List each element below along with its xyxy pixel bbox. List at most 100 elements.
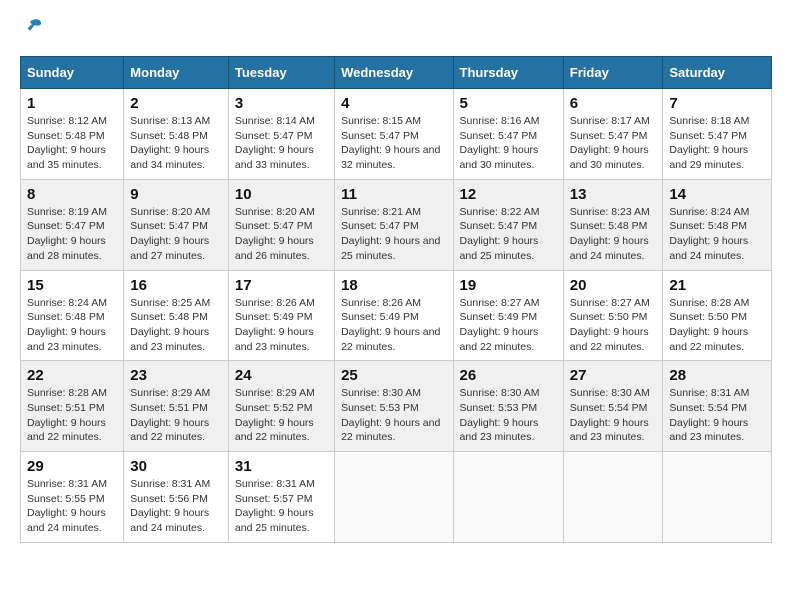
calendar-cell: 21 Sunrise: 8:28 AM Sunset: 5:50 PM Dayli…: [663, 270, 772, 361]
calendar-cell: 25 Sunrise: 8:30 AM Sunset: 5:53 PM Dayli…: [335, 361, 453, 452]
day-info: Sunrise: 8:12 AM Sunset: 5:48 PM Dayligh…: [27, 114, 117, 173]
calendar-cell: 16 Sunrise: 8:25 AM Sunset: 5:48 PM Dayli…: [124, 270, 229, 361]
day-info: Sunrise: 8:19 AM Sunset: 5:47 PM Dayligh…: [27, 205, 117, 264]
day-info: Sunrise: 8:15 AM Sunset: 5:47 PM Dayligh…: [341, 114, 446, 173]
day-info: Sunrise: 8:31 AM Sunset: 5:56 PM Dayligh…: [130, 477, 222, 536]
day-info: Sunrise: 8:31 AM Sunset: 5:57 PM Dayligh…: [235, 477, 328, 536]
day-info: Sunrise: 8:29 AM Sunset: 5:52 PM Dayligh…: [235, 386, 328, 445]
day-info: Sunrise: 8:26 AM Sunset: 5:49 PM Dayligh…: [235, 296, 328, 355]
day-info: Sunrise: 8:26 AM Sunset: 5:49 PM Dayligh…: [341, 296, 446, 355]
day-number: 27: [570, 367, 657, 384]
column-header-thursday: Thursday: [453, 57, 563, 89]
day-info: Sunrise: 8:16 AM Sunset: 5:47 PM Dayligh…: [460, 114, 557, 173]
calendar-cell: 28 Sunrise: 8:31 AM Sunset: 5:54 PM Dayli…: [663, 361, 772, 452]
day-info: Sunrise: 8:24 AM Sunset: 5:48 PM Dayligh…: [27, 296, 117, 355]
calendar-cell: 19Sunrise: 8:27 AM Sunset: 5:49 PM Dayli…: [453, 270, 563, 361]
day-number: 23: [130, 367, 222, 384]
day-number: 13: [570, 186, 657, 203]
calendar-cell: 31 Sunrise: 8:31 AM Sunset: 5:57 PM Dayli…: [228, 452, 334, 543]
day-number: 9: [130, 186, 222, 203]
day-number: 5: [460, 95, 557, 112]
calendar-cell: 20 Sunrise: 8:27 AM Sunset: 5:50 PM Dayli…: [563, 270, 663, 361]
week-row: 1 Sunrise: 8:12 AM Sunset: 5:48 PM Daylig…: [21, 89, 772, 180]
calendar-cell: 7 Sunrise: 8:18 AM Sunset: 5:47 PM Daylig…: [663, 89, 772, 180]
day-number: 24: [235, 367, 328, 384]
day-number: 21: [669, 277, 765, 294]
day-info: Sunrise: 8:20 AM Sunset: 5:47 PM Dayligh…: [235, 205, 328, 264]
logo: [20, 20, 44, 38]
day-number: 8: [27, 186, 117, 203]
calendar-cell: [453, 452, 563, 543]
column-header-sunday: Sunday: [21, 57, 124, 89]
column-header-tuesday: Tuesday: [228, 57, 334, 89]
day-info: Sunrise: 8:21 AM Sunset: 5:47 PM Dayligh…: [341, 205, 446, 264]
day-number: 12: [460, 186, 557, 203]
day-number: 25: [341, 367, 446, 384]
day-number: 17: [235, 277, 328, 294]
calendar-cell: [563, 452, 663, 543]
day-info: Sunrise: 8:14 AM Sunset: 5:47 PM Dayligh…: [235, 114, 328, 173]
day-number: 11: [341, 186, 446, 203]
day-info: Sunrise: 8:31 AM Sunset: 5:55 PM Dayligh…: [27, 477, 117, 536]
calendar-table: SundayMondayTuesdayWednesdayThursdayFrid…: [20, 56, 772, 543]
logo-bird-icon: [22, 16, 44, 38]
day-info: Sunrise: 8:20 AM Sunset: 5:47 PM Dayligh…: [130, 205, 222, 264]
day-info: Sunrise: 8:30 AM Sunset: 5:54 PM Dayligh…: [570, 386, 657, 445]
day-number: 18: [341, 277, 446, 294]
calendar-cell: 22Sunrise: 8:28 AM Sunset: 5:51 PM Dayli…: [21, 361, 124, 452]
calendar-cell: 30 Sunrise: 8:31 AM Sunset: 5:56 PM Dayli…: [124, 452, 229, 543]
day-info: Sunrise: 8:18 AM Sunset: 5:47 PM Dayligh…: [669, 114, 765, 173]
day-info: Sunrise: 8:30 AM Sunset: 5:53 PM Dayligh…: [460, 386, 557, 445]
day-info: Sunrise: 8:22 AM Sunset: 5:47 PM Dayligh…: [460, 205, 557, 264]
day-number: 28: [669, 367, 765, 384]
day-info: Sunrise: 8:28 AM Sunset: 5:50 PM Dayligh…: [669, 296, 765, 355]
calendar-cell: 9 Sunrise: 8:20 AM Sunset: 5:47 PM Daylig…: [124, 179, 229, 270]
page-header: [20, 20, 772, 48]
day-number: 10: [235, 186, 328, 203]
day-number: 16: [130, 277, 222, 294]
calendar-cell: 6 Sunrise: 8:17 AM Sunset: 5:47 PM Daylig…: [563, 89, 663, 180]
day-number: 15: [27, 277, 117, 294]
column-header-wednesday: Wednesday: [335, 57, 453, 89]
day-info: Sunrise: 8:29 AM Sunset: 5:51 PM Dayligh…: [130, 386, 222, 445]
day-info: Sunrise: 8:31 AM Sunset: 5:54 PM Dayligh…: [669, 386, 765, 445]
day-number: 14: [669, 186, 765, 203]
day-info: Sunrise: 8:17 AM Sunset: 5:47 PM Dayligh…: [570, 114, 657, 173]
calendar-cell: 26 Sunrise: 8:30 AM Sunset: 5:53 PM Dayli…: [453, 361, 563, 452]
day-number: 7: [669, 95, 765, 112]
calendar-cell: 13 Sunrise: 8:23 AM Sunset: 5:48 PM Dayli…: [563, 179, 663, 270]
calendar-cell: 4 Sunrise: 8:15 AM Sunset: 5:47 PM Daylig…: [335, 89, 453, 180]
calendar-cell: 1 Sunrise: 8:12 AM Sunset: 5:48 PM Daylig…: [21, 89, 124, 180]
calendar-cell: 8 Sunrise: 8:19 AM Sunset: 5:47 PM Daylig…: [21, 179, 124, 270]
calendar-cell: 5 Sunrise: 8:16 AM Sunset: 5:47 PM Daylig…: [453, 89, 563, 180]
day-info: Sunrise: 8:27 AM Sunset: 5:50 PM Dayligh…: [570, 296, 657, 355]
calendar-cell: 10 Sunrise: 8:20 AM Sunset: 5:47 PM Dayli…: [228, 179, 334, 270]
day-number: 1: [27, 95, 117, 112]
calendar-cell: 2Sunrise: 8:13 AM Sunset: 5:48 PM Daylig…: [124, 89, 229, 180]
day-info: Sunrise: 8:25 AM Sunset: 5:48 PM Dayligh…: [130, 296, 222, 355]
week-row: 8 Sunrise: 8:19 AM Sunset: 5:47 PM Daylig…: [21, 179, 772, 270]
week-row: 15 Sunrise: 8:24 AM Sunset: 5:48 PM Dayli…: [21, 270, 772, 361]
calendar-cell: 3Sunrise: 8:14 AM Sunset: 5:47 PM Daylig…: [228, 89, 334, 180]
calendar-cell: 15 Sunrise: 8:24 AM Sunset: 5:48 PM Dayli…: [21, 270, 124, 361]
calendar-cell: 24 Sunrise: 8:29 AM Sunset: 5:52 PM Dayli…: [228, 361, 334, 452]
day-number: 29: [27, 458, 117, 475]
day-number: 6: [570, 95, 657, 112]
calendar-cell: 11 Sunrise: 8:21 AM Sunset: 5:47 PM Dayli…: [335, 179, 453, 270]
day-number: 26: [460, 367, 557, 384]
day-info: Sunrise: 8:30 AM Sunset: 5:53 PM Dayligh…: [341, 386, 446, 445]
day-info: Sunrise: 8:28 AM Sunset: 5:51 PM Dayligh…: [27, 386, 117, 445]
column-header-friday: Friday: [563, 57, 663, 89]
day-number: 4: [341, 95, 446, 112]
day-number: 31: [235, 458, 328, 475]
calendar-cell: 23 Sunrise: 8:29 AM Sunset: 5:51 PM Dayli…: [124, 361, 229, 452]
day-number: 20: [570, 277, 657, 294]
week-row: 29 Sunrise: 8:31 AM Sunset: 5:55 PM Dayli…: [21, 452, 772, 543]
calendar-cell: 12 Sunrise: 8:22 AM Sunset: 5:47 PM Dayli…: [453, 179, 563, 270]
calendar-cell: 27 Sunrise: 8:30 AM Sunset: 5:54 PM Dayli…: [563, 361, 663, 452]
day-info: Sunrise: 8:23 AM Sunset: 5:48 PM Dayligh…: [570, 205, 657, 264]
day-number: 30: [130, 458, 222, 475]
calendar-body: 1 Sunrise: 8:12 AM Sunset: 5:48 PM Daylig…: [21, 89, 772, 543]
day-number: 2: [130, 95, 222, 112]
calendar-cell: [663, 452, 772, 543]
